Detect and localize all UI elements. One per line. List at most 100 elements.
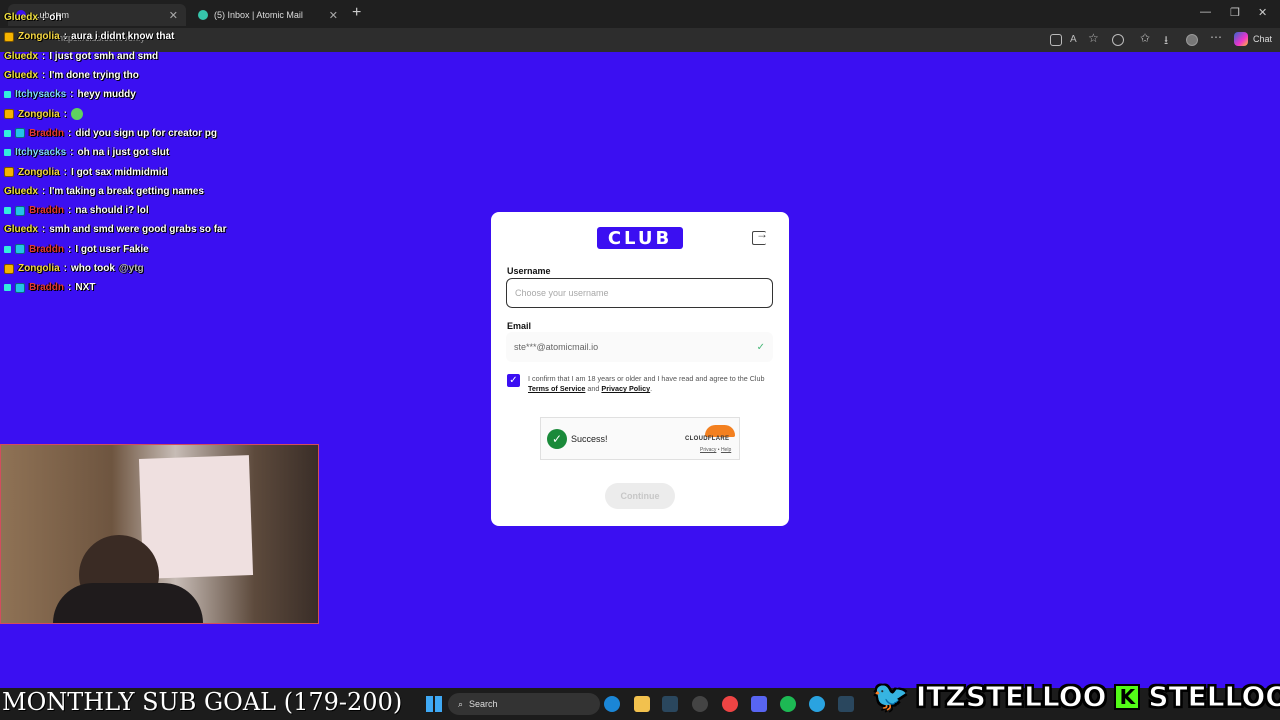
signup-modal: CLUB Username Email ste***@atomicmail.io… xyxy=(491,212,789,526)
chat-message: Braddn: I got user Fakie xyxy=(4,240,324,259)
logout-icon[interactable] xyxy=(752,227,768,245)
obs-icon[interactable] xyxy=(692,696,708,712)
consent-text: I confirm that I am 18 years or older an… xyxy=(528,374,765,393)
captcha-privacy-link[interactable]: Privacy xyxy=(700,447,716,453)
spotify-icon[interactable] xyxy=(780,696,796,712)
crown-badge-icon xyxy=(4,109,14,120)
crown-badge-icon xyxy=(4,263,14,274)
file-explorer-icon[interactable] xyxy=(634,696,650,712)
chat-text: smh and smd were good grabs so far xyxy=(49,224,227,236)
edge-icon[interactable] xyxy=(604,696,620,712)
mini-badge-icon xyxy=(4,149,11,157)
refresh-icon[interactable] xyxy=(1112,34,1124,46)
favorite-star-icon[interactable]: ☆ xyxy=(1088,31,1100,45)
chat-emote-icon xyxy=(71,108,84,121)
success-check-icon: ✓ xyxy=(547,429,567,449)
username-input[interactable] xyxy=(506,278,773,308)
mini-badge-icon xyxy=(4,245,11,253)
taskbar-search-placeholder: Search xyxy=(469,699,498,709)
copilot-icon xyxy=(1234,32,1248,46)
chat-username: Zongolia xyxy=(18,31,60,43)
chat-username: Gluedx xyxy=(4,185,38,197)
chat-text: I got sax midmidmid xyxy=(71,166,168,178)
sq-badge-icon xyxy=(15,244,25,255)
close-window-icon[interactable]: ✕ xyxy=(1258,6,1267,19)
minimize-icon[interactable]: — xyxy=(1200,6,1211,18)
chat-message: Gluedx: I just got smh and smd xyxy=(4,50,159,62)
read-aloud-icon[interactable]: A xyxy=(1070,34,1082,46)
chat-text: I got user Fakie xyxy=(75,243,149,255)
email-label: Email xyxy=(507,321,532,331)
privacy-policy-link[interactable]: Privacy Policy xyxy=(601,384,650,393)
chat-text: did you sign up for creator pg xyxy=(75,127,218,139)
club-logo: CLUB xyxy=(597,227,683,249)
chat-username: Zongolia xyxy=(18,263,60,274)
username-label: Username xyxy=(507,266,551,276)
chat-text: heyy muddy xyxy=(77,89,136,101)
chat-text: na should i? lol xyxy=(75,205,149,217)
chat-username: Gluedx xyxy=(4,70,38,82)
split-screen-icon[interactable] xyxy=(1050,34,1062,46)
chat-username: Gluedx xyxy=(4,50,38,62)
taskbar-search[interactable]: ⌕ Search xyxy=(448,693,600,715)
sq-badge-icon xyxy=(15,128,25,139)
chat-text: I just got smh and smd xyxy=(49,50,159,62)
mini-badge-icon xyxy=(4,284,11,292)
more-menu-icon[interactable]: ⋯ xyxy=(1210,30,1222,44)
captcha-help-link[interactable]: Help xyxy=(721,447,731,453)
chat-username: Braddn xyxy=(29,127,64,139)
steam-secondary-icon[interactable] xyxy=(838,696,854,712)
kick-handle: STELLOOO xyxy=(1148,680,1280,714)
consent-checkbox[interactable]: ✓ xyxy=(507,374,520,387)
chat-message: Zongolia: I got sax midmidmid xyxy=(4,162,324,181)
chat-message: Zongolia: xyxy=(4,104,324,123)
webcam-feed xyxy=(0,444,319,624)
chat-username: Braddn xyxy=(29,243,64,255)
cloudflare-turnstile-widget[interactable]: ✓ Success! CLOUDFLARE Privacy • Help xyxy=(540,417,740,460)
crown-badge-icon xyxy=(4,167,14,178)
chrome-icon[interactable] xyxy=(722,696,738,712)
chat-username: Zongolia xyxy=(18,108,60,120)
chat-text: oh na i just got slut xyxy=(77,147,170,159)
profile-avatar[interactable] xyxy=(1186,34,1198,46)
chat-text: I'm taking a break getting names xyxy=(49,185,204,197)
kick-icon: K xyxy=(1114,683,1141,710)
chat-username: Zongolia xyxy=(18,166,60,178)
search-icon: ⌕ xyxy=(458,698,464,709)
twitter-icon: 🐦 xyxy=(873,680,909,714)
chat-message: Braddn: did you sign up for creator pg xyxy=(4,124,324,143)
windows-start-icon[interactable] xyxy=(426,696,442,712)
verified-check-icon: ✓ xyxy=(756,341,765,353)
social-handles: 🐦 ITZSTELLOO K STELLOOO xyxy=(873,680,1280,714)
chat-username: Itchysacks xyxy=(15,147,67,159)
telegram-icon[interactable] xyxy=(809,696,825,712)
mini-badge-icon xyxy=(4,129,11,137)
sq-badge-icon xyxy=(15,205,25,216)
maximize-icon[interactable]: ❐ xyxy=(1230,6,1240,19)
chat-message: Zongolia: who took @ytg xyxy=(4,259,324,278)
twitter-handle: ITZSTELLOO xyxy=(915,680,1107,714)
close-tab-icon[interactable]: ✕ xyxy=(329,9,338,22)
chat-message: Gluedx: oh xyxy=(4,12,62,24)
chat-message: Gluedx: smh and smd were good grabs so fa… xyxy=(4,224,227,236)
chat-button-label: Chat xyxy=(1253,34,1273,44)
email-field: ste***@atomicmail.io ✓ xyxy=(506,332,773,362)
chat-message: Itchysacks: oh na i just got slut xyxy=(4,143,324,162)
chat-text: oh xyxy=(49,12,62,24)
continue-button[interactable]: Continue xyxy=(605,483,675,509)
sub-goal-text: MONTHLY SUB GOAL (179-200) xyxy=(2,688,403,716)
terms-of-service-link[interactable]: Terms of Service xyxy=(528,384,585,393)
downloads-icon[interactable]: ⭳ xyxy=(1164,31,1176,47)
chat-username: Gluedx xyxy=(4,224,38,236)
steam-icon[interactable] xyxy=(662,696,678,712)
chat-username: Gluedx xyxy=(4,12,38,24)
favorites-icon[interactable]: ✩ xyxy=(1140,31,1152,45)
mini-badge-icon xyxy=(4,91,11,99)
chat-message: Braddn: NXT xyxy=(4,278,324,297)
chat-message: Gluedx: I'm taking a break getting names xyxy=(4,185,204,197)
discord-icon[interactable] xyxy=(751,696,767,712)
email-value: ste***@atomicmail.io xyxy=(514,342,599,352)
new-tab-icon[interactable]: + xyxy=(352,4,361,22)
cloudflare-logo-text: CLOUDFLARE xyxy=(685,436,730,442)
copilot-chat-button[interactable]: Chat xyxy=(1234,32,1272,46)
